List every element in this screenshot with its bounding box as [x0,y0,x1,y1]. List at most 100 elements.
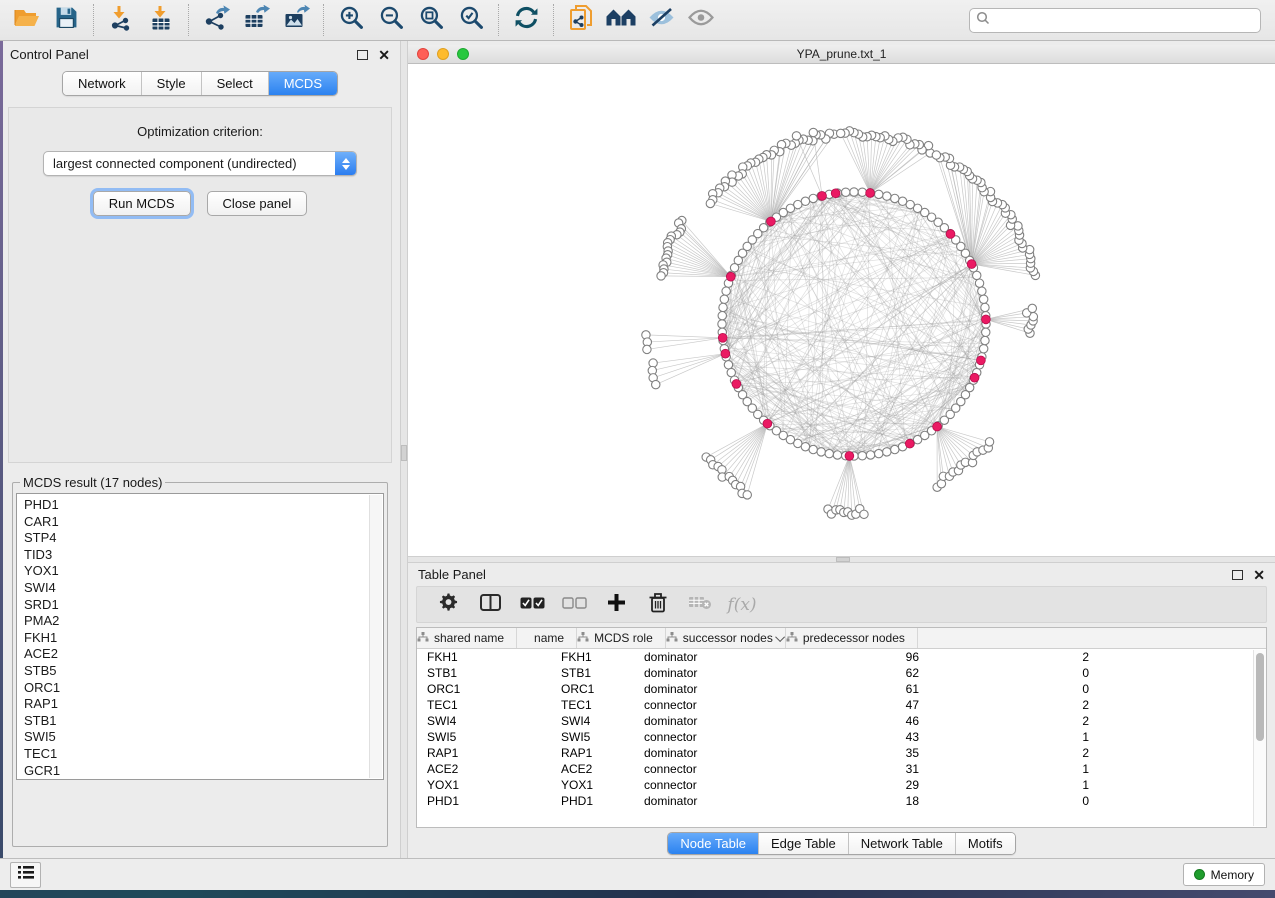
add-column-button[interactable] [595,590,637,620]
show-eye-button[interactable] [681,3,721,37]
memory-button[interactable]: Memory [1183,863,1265,886]
mcds-result-item[interactable]: RAP1 [24,696,383,713]
table-settings-button[interactable] [427,590,469,620]
divider-handle[interactable] [401,445,407,461]
hidden-panels-button[interactable] [10,862,41,888]
control-panel-tab[interactable]: MCDS [268,72,337,95]
search-input[interactable] [995,13,1254,27]
zoom-selected-icon [459,5,484,35]
close-panel-icon[interactable]: ✕ [1253,570,1265,580]
table-scrollbar[interactable] [1253,650,1266,826]
table-row[interactable]: FKH1 FKH1 dominator 96 2 [417,649,1266,665]
mcds-result-item[interactable]: ACE2 [24,646,383,663]
cell-name: SWI4 [551,714,634,728]
column-header-label: successor nodes [683,631,773,645]
zoom-out-button[interactable] [371,3,411,37]
control-panel-tab[interactable]: Network [63,72,141,95]
network-canvas[interactable] [408,64,1275,556]
import-network-button[interactable] [101,3,141,37]
minimize-traffic-light[interactable] [437,48,449,60]
zoom-fit-button[interactable] [411,3,451,37]
export-network-button[interactable] [196,3,236,37]
zoom-selected-button[interactable] [451,3,491,37]
column-header[interactable]: MCDS role [577,628,666,648]
column-header[interactable]: shared name [417,628,517,648]
cell-successor-nodes: 61 [782,682,929,696]
horizontal-split-divider[interactable] [408,556,1275,563]
divider-handle[interactable] [836,557,850,562]
delete-table-button[interactable] [679,590,721,620]
network-window-title: YPA_prune.txt_1 [797,47,887,61]
table-row[interactable]: RAP1 RAP1 dominator 35 2 [417,745,1266,761]
network-graph[interactable] [408,64,1273,556]
mcds-result-item[interactable]: FKH1 [24,630,383,647]
cell-shared-name: ORC1 [417,682,551,696]
table-tab[interactable]: Motifs [955,833,1015,854]
mcds-result-item[interactable]: STB1 [24,713,383,730]
result-list-scrollbar[interactable] [369,495,382,778]
column-header-label: predecessor nodes [803,631,905,645]
gear-icon [439,593,458,617]
mcds-result-item[interactable]: YOX1 [24,563,383,580]
deselect-all-button[interactable] [553,590,595,620]
split-panel-button[interactable] [469,590,511,620]
mcds-result-item[interactable]: SWI5 [24,729,383,746]
table-row[interactable]: STB1 STB1 dominator 62 0 [417,665,1266,681]
network-window-titlebar[interactable]: YPA_prune.txt_1 [408,45,1275,64]
mcds-result-item[interactable]: SRD1 [24,597,383,614]
export-table-button[interactable] [236,3,276,37]
control-panel-tab[interactable]: Style [141,72,201,95]
run-mcds-button[interactable]: Run MCDS [93,191,191,216]
table-row[interactable]: ACE2 ACE2 connector 31 1 [417,761,1266,777]
zoom-in-button[interactable] [331,3,371,37]
clone-network-button[interactable] [561,3,601,37]
save-session-button[interactable] [46,3,86,37]
vertical-split-divider[interactable] [400,41,408,858]
delete-column-button[interactable] [637,590,679,620]
table-scrollbar-thumb[interactable] [1256,653,1264,741]
table-tab[interactable]: Node Table [668,833,758,854]
criterion-select[interactable]: largest connected component (undirected) [43,151,357,176]
table-row[interactable]: YOX1 YOX1 connector 29 1 [417,777,1266,793]
mcds-result-list[interactable]: PHD1CAR1STP4TID3YOX1SWI4SRD1PMA2FKH1ACE2… [16,493,384,780]
cell-successor-nodes: 29 [782,778,929,792]
open-file-button[interactable] [6,3,46,37]
select-all-button[interactable] [511,590,553,620]
column-header[interactable]: predecessor nodes [786,628,918,648]
float-panel-icon[interactable] [357,50,368,60]
mcds-result-item[interactable]: STP4 [24,530,383,547]
control-panel-tab[interactable]: Select [201,72,268,95]
table-tab[interactable]: Network Table [848,833,955,854]
mcds-result-item[interactable]: TEC1 [24,746,383,763]
table-row[interactable]: SWI4 SWI4 dominator 46 2 [417,713,1266,729]
hide-eye-button[interactable] [641,3,681,37]
select-stepper-icon [335,152,356,175]
table-row[interactable]: SWI5 SWI5 connector 43 1 [417,729,1266,745]
mcds-result-item[interactable]: CAR1 [24,514,383,531]
function-builder-button[interactable]: f(x) [721,590,763,620]
node-table: shared name name MCDS role [416,627,1267,828]
table-tab[interactable]: Edge Table [758,833,848,854]
mcds-result-item[interactable]: GCR1 [24,763,383,780]
mcds-result-item[interactable]: PMA2 [24,613,383,630]
close-panel-icon[interactable]: ✕ [378,50,390,60]
column-header[interactable]: successor nodes [666,628,786,648]
mcds-result-item[interactable]: SWI4 [24,580,383,597]
column-header[interactable]: name [517,628,577,648]
import-table-button[interactable] [141,3,181,37]
refresh-view-button[interactable] [506,3,546,37]
export-network-icon [203,5,230,36]
table-row[interactable]: TEC1 TEC1 connector 47 2 [417,697,1266,713]
float-panel-icon[interactable] [1232,570,1243,580]
homes-button[interactable] [601,3,641,37]
table-row[interactable]: PHD1 PHD1 dominator 18 0 [417,793,1266,809]
close-panel-button[interactable]: Close panel [207,191,308,216]
close-traffic-light[interactable] [417,48,429,60]
export-image-button[interactable] [276,3,316,37]
mcds-result-item[interactable]: ORC1 [24,680,383,697]
maximize-traffic-light[interactable] [457,48,469,60]
mcds-result-item[interactable]: TID3 [24,547,383,564]
mcds-result-item[interactable]: STB5 [24,663,383,680]
table-row[interactable]: ORC1 ORC1 dominator 61 0 [417,681,1266,697]
mcds-result-item[interactable]: PHD1 [24,497,383,514]
